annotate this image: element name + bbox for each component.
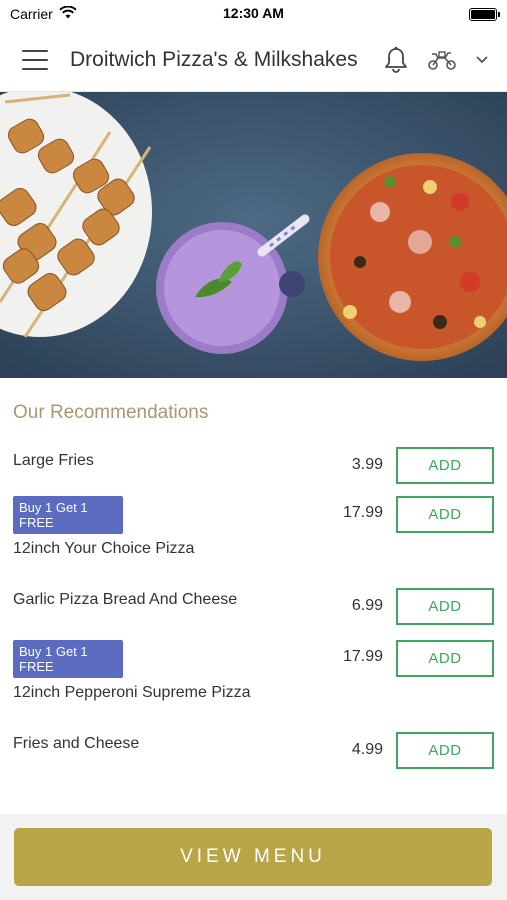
wifi-icon [59, 5, 77, 22]
add-button[interactable]: ADD [396, 588, 494, 625]
item-name: Large Fries [13, 452, 94, 469]
view-menu-button[interactable]: VIEW MENU [14, 828, 492, 886]
bell-icon[interactable] [383, 46, 409, 74]
add-button[interactable]: ADD [396, 447, 494, 484]
list-item: Fries and Cheese 4.99 ADD [13, 732, 494, 784]
app-header: Droitwich Pizza's & Milkshakes [0, 28, 507, 92]
item-price: 17.99 [342, 648, 383, 665]
item-name: 12inch Your Choice Pizza [13, 540, 195, 557]
item-name: 12inch Pepperoni Supreme Pizza [13, 684, 251, 701]
item-info: Buy 1 Get 1 FREE 12inch Pepperoni Suprem… [13, 640, 323, 703]
item-name: Garlic Pizza Bread And Cheese [13, 591, 238, 608]
hero-banner-image [0, 92, 507, 378]
scooter-icon[interactable] [427, 49, 457, 71]
menu-icon[interactable] [22, 49, 48, 70]
carrier-label: Carrier [10, 6, 53, 22]
chevron-down-icon[interactable] [475, 55, 489, 65]
item-name: Fries and Cheese [13, 735, 140, 752]
item-price: 3.99 [351, 456, 383, 473]
add-button[interactable]: ADD [396, 496, 494, 533]
status-left: Carrier [10, 5, 77, 22]
item-price: 4.99 [351, 741, 383, 758]
restaurant-title: Droitwich Pizza's & Milkshakes [70, 48, 358, 71]
section-title: Our Recommendations [13, 402, 209, 423]
offer-badge: Buy 1 Get 1 FREE [13, 496, 123, 534]
item-price: 17.99 [342, 504, 383, 521]
battery-icon [469, 7, 500, 21]
recommendation-list: Large Fries 3.99 ADD Buy 1 Get 1 FREE 12… [0, 444, 507, 784]
add-button[interactable]: ADD [396, 640, 494, 677]
item-info: Garlic Pizza Bread And Cheese [13, 588, 323, 610]
list-item: Buy 1 Get 1 FREE 12inch Your Choice Pizz… [13, 496, 494, 588]
item-price: 6.99 [351, 597, 383, 614]
offer-badge: Buy 1 Get 1 FREE [13, 640, 123, 678]
add-button[interactable]: ADD [396, 732, 494, 769]
item-info: Buy 1 Get 1 FREE 12inch Your Choice Pizz… [13, 496, 323, 559]
list-item: Buy 1 Get 1 FREE 12inch Pepperoni Suprem… [13, 640, 494, 732]
bottom-bar: VIEW MENU [0, 814, 507, 900]
list-item: Large Fries 3.99 ADD [13, 444, 494, 496]
item-info: Fries and Cheese [13, 732, 323, 754]
status-bar: Carrier 12:30 AM [0, 0, 507, 28]
list-item: Garlic Pizza Bread And Cheese 6.99 ADD [13, 588, 494, 640]
header-icons [383, 46, 489, 74]
item-info: Large Fries [13, 447, 323, 471]
